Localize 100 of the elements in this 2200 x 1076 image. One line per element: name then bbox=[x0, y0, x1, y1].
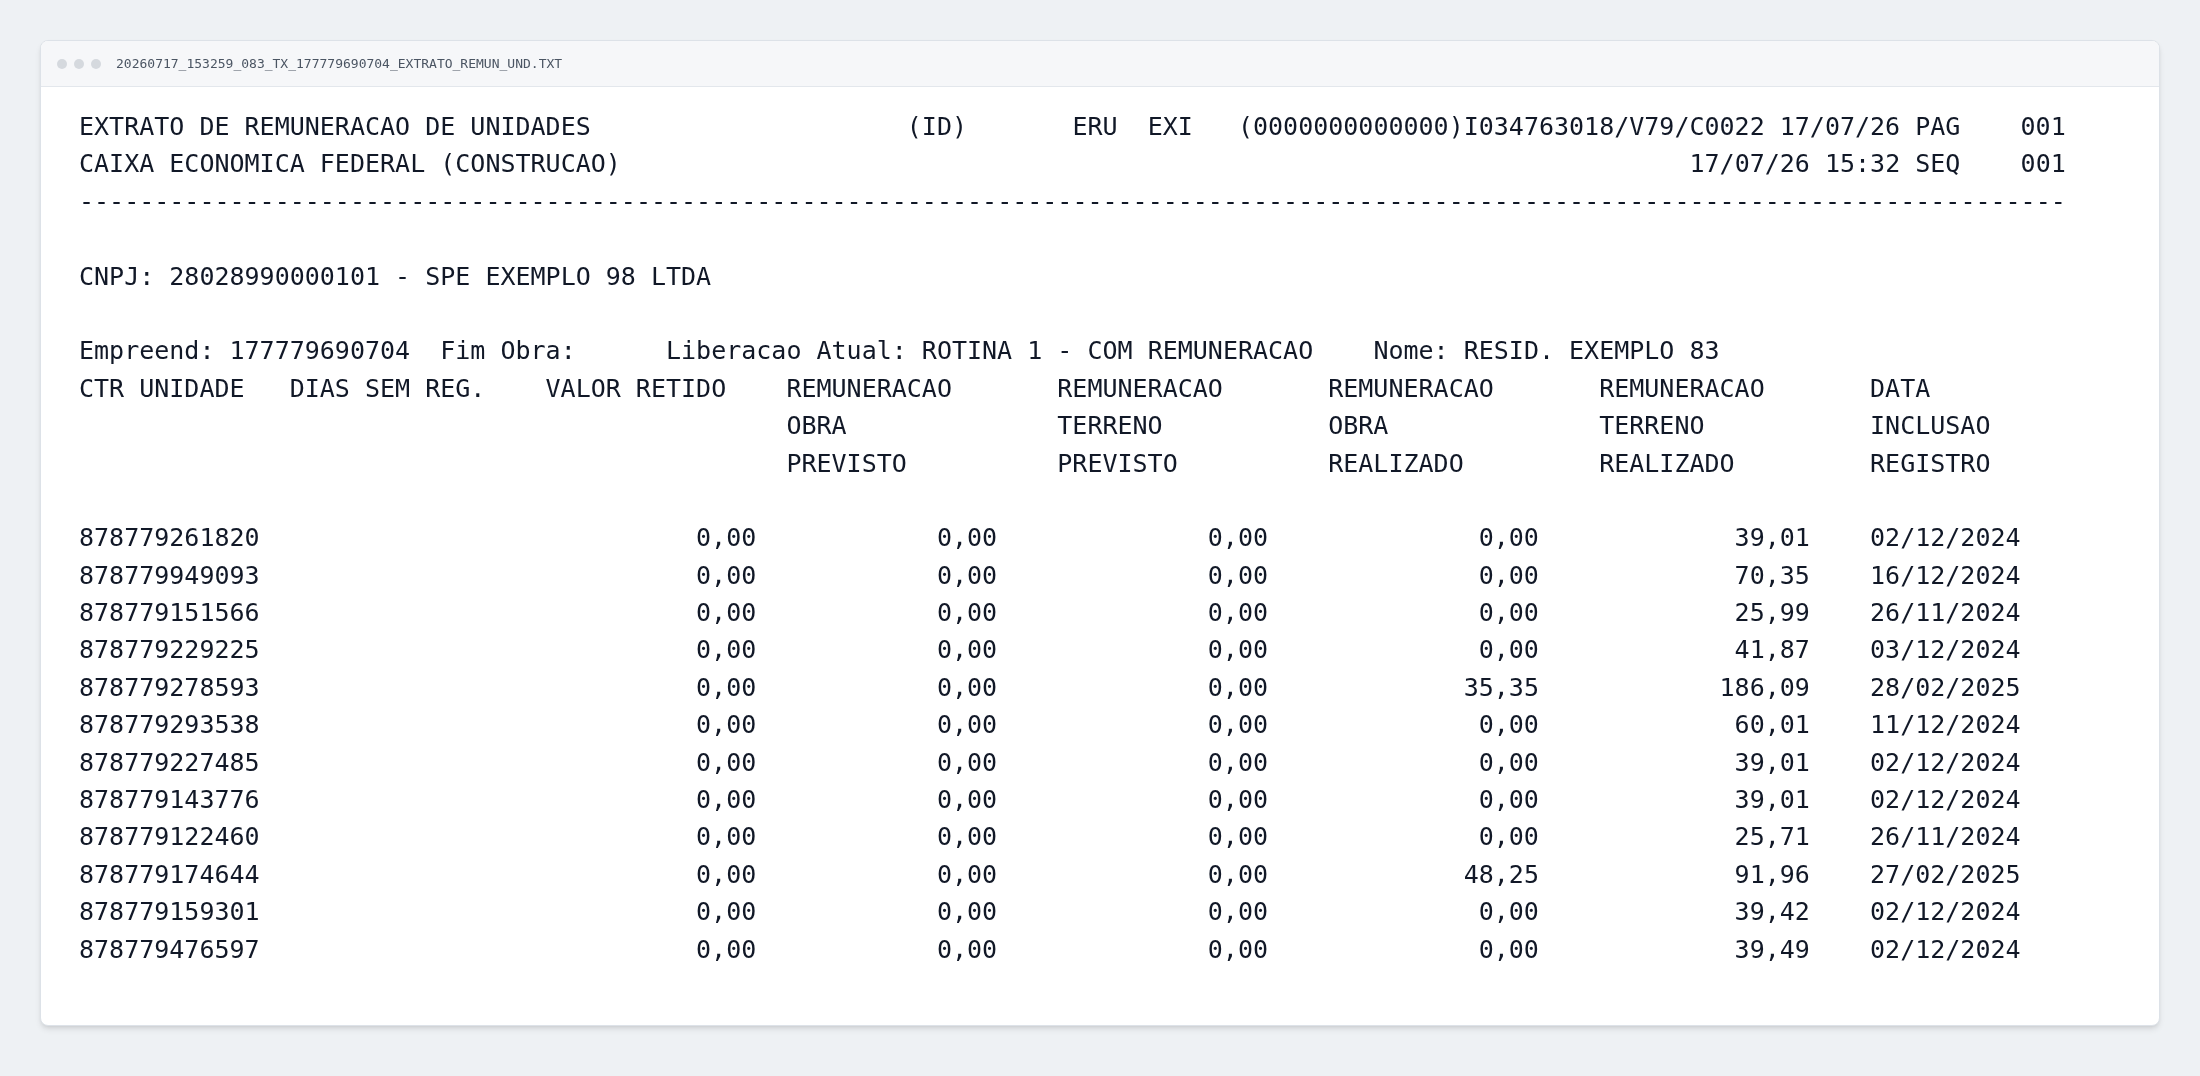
amount-cell-text: 39,42 bbox=[1733, 896, 1810, 929]
amount-cell-text: 0,00 bbox=[1206, 896, 1268, 929]
amount-cell-text: 39,01 bbox=[1733, 746, 1810, 779]
amount-cell-text: 0,00 bbox=[695, 559, 757, 592]
amount-cell-text: 0,00 bbox=[935, 597, 998, 630]
amount-cell-text: 39,49 bbox=[1733, 933, 1810, 966]
amount-cell-text: 0,00 bbox=[935, 522, 998, 555]
amount-cell-text: 0,00 bbox=[1206, 522, 1268, 555]
column-header: CTR UNIDADE bbox=[79, 372, 246, 405]
amount-cell-text: 0,00 bbox=[935, 858, 998, 891]
amount-cell-text: 0,00 bbox=[1477, 634, 1539, 667]
column-header: REMUNERACAO TERRENO REALIZADO bbox=[1599, 372, 1766, 480]
nome-text: Nome: RESID. EXEMPLO 83 bbox=[1373, 335, 1720, 368]
amount-cell-text: 0,00 bbox=[935, 559, 998, 592]
amount-cell-text: 0,00 bbox=[935, 671, 998, 704]
amount-cell-text: 0,00 bbox=[1206, 933, 1268, 966]
date-cell-text: 16/12/2024 bbox=[1870, 559, 2021, 592]
date-cell-text: 27/02/2025 bbox=[1870, 858, 2021, 891]
date-cell-text: 28/02/2025 bbox=[1870, 671, 2021, 704]
amount-cell-text: 0,00 bbox=[935, 784, 998, 817]
amount-cell-text: 0,00 bbox=[1206, 559, 1268, 592]
fim-obra-label: Fim Obra: bbox=[440, 335, 577, 368]
amount-cell-text: 0,00 bbox=[1477, 746, 1539, 779]
column-header: REMUNERACAO TERRENO PREVISTO bbox=[1057, 372, 1224, 480]
seq-number: 001 bbox=[2020, 148, 2066, 181]
page-number: 001 bbox=[2020, 110, 2066, 143]
amount-cell-text: 41,87 bbox=[1733, 634, 1810, 667]
amount-cell-text: 0,00 bbox=[695, 709, 757, 742]
date-cell-text: 02/12/2024 bbox=[1870, 784, 2021, 817]
amount-cell-text: 0,00 bbox=[935, 821, 998, 854]
id-label: (ID) bbox=[906, 110, 969, 143]
amount-cell-text: 0,00 bbox=[935, 634, 998, 667]
amount-cell-text: 0,00 bbox=[1206, 746, 1268, 779]
amount-cell-text: 0,00 bbox=[1206, 671, 1268, 704]
report-date: 17/07/26 bbox=[1779, 110, 1902, 143]
amount-cell-text: 0,00 bbox=[1477, 821, 1539, 854]
amount-cell-text: 0,00 bbox=[695, 671, 757, 704]
amount-cell-text: 25,99 bbox=[1733, 597, 1810, 630]
amount-cell-text: 0,00 bbox=[695, 522, 757, 555]
unit-cell-text: 878779278593 bbox=[79, 671, 261, 704]
unit-cell-text: 878779151566 bbox=[79, 597, 261, 630]
unit-cell-text: 878779159301 bbox=[79, 896, 261, 929]
amount-cell-text: 0,00 bbox=[1206, 858, 1268, 891]
amount-cell-text: 60,01 bbox=[1733, 709, 1810, 742]
amount-cell-text: 0,00 bbox=[1477, 784, 1539, 817]
amount-cell-text: 0,00 bbox=[1206, 634, 1268, 667]
amount-cell-text: 48,25 bbox=[1462, 858, 1539, 891]
unit-cell-text: 878779261820 bbox=[79, 522, 261, 555]
institution-name: CAIXA ECONOMICA FEDERAL (CONSTRUCAO) bbox=[79, 148, 622, 181]
amount-cell-text: 0,00 bbox=[695, 858, 757, 891]
amount-cell-text: 0,00 bbox=[1477, 597, 1539, 630]
amount-cell-text: 0,00 bbox=[695, 896, 757, 929]
date-cell-text: 02/12/2024 bbox=[1870, 896, 2021, 929]
amount-cell-text: 25,71 bbox=[1733, 821, 1810, 854]
amount-cell-text: 0,00 bbox=[1206, 821, 1268, 854]
amount-cell-text: 0,00 bbox=[1477, 933, 1539, 966]
amount-cell-text: 0,00 bbox=[695, 597, 757, 630]
separator-line: ------------------------------------------------------------------------------------------------------------------------------------ bbox=[79, 185, 2066, 218]
unit-cell-text: 878779293538 bbox=[79, 709, 261, 742]
column-header: REMUNERACAO OBRA PREVISTO bbox=[786, 372, 953, 480]
unit-cell-text: 878779229225 bbox=[79, 634, 261, 667]
date-cell-text: 11/12/2024 bbox=[1870, 709, 2021, 742]
amount-cell-text: 35,35 bbox=[1462, 671, 1539, 704]
amount-cell-text: 0,00 bbox=[1477, 522, 1539, 555]
amount-cell-text: 39,01 bbox=[1733, 784, 1810, 817]
amount-cell-text: 186,09 bbox=[1718, 671, 1810, 704]
column-header: DIAS SEM REG. bbox=[289, 372, 487, 405]
amount-cell-text: 0,00 bbox=[695, 821, 757, 854]
date-cell-text: 03/12/2024 bbox=[1870, 634, 2021, 667]
amount-cell-text: 0,00 bbox=[695, 746, 757, 779]
amount-cell-text: 70,35 bbox=[1733, 559, 1810, 592]
type-code: EXI bbox=[1147, 110, 1194, 143]
cnpj-text: CNPJ: 28028990000101 - SPE EXEMPLO 98 LTDA bbox=[79, 260, 712, 293]
seq-label: SEQ bbox=[1915, 148, 1962, 181]
amount-cell-text: 0,00 bbox=[935, 896, 998, 929]
report-timestamp: 17/07/26 15:32 bbox=[1689, 148, 1902, 181]
amount-cell-text: 0,00 bbox=[1206, 709, 1268, 742]
report-title: EXTRATO DE REMUNERACAO DE UNIDADES bbox=[79, 110, 592, 143]
date-cell-text: 02/12/2024 bbox=[1870, 522, 2021, 555]
unit-cell-text: 878779122460 bbox=[79, 821, 261, 854]
amount-cell-text: 0,00 bbox=[935, 746, 998, 779]
amount-cell-text: 91,96 bbox=[1733, 858, 1810, 891]
liberacao-text: Liberacao Atual: ROTINA 1 - COM REMUNERACAO bbox=[666, 335, 1315, 368]
empreend-text: Empreend: 177779690704 bbox=[79, 335, 412, 368]
amount-cell-text: 0,00 bbox=[695, 933, 757, 966]
window-title: 20260717_153259_083_TX_177779690704_EXTRATO_REMUN_UND.TXT bbox=[116, 54, 563, 73]
unit-cell-text: 878779949093 bbox=[79, 559, 261, 592]
page-label: PAG bbox=[1915, 110, 1962, 143]
unit-cell-text: 878779476597 bbox=[79, 933, 261, 966]
amount-cell-text: 0,00 bbox=[1206, 784, 1268, 817]
amount-cell-text: 0,00 bbox=[1206, 597, 1268, 630]
date-cell-text: 02/12/2024 bbox=[1870, 933, 2021, 966]
date-cell-text: 02/12/2024 bbox=[1870, 746, 2021, 779]
amount-cell-text: 0,00 bbox=[1477, 709, 1539, 742]
date-cell-text: 26/11/2024 bbox=[1870, 597, 2021, 630]
amount-cell-text: 0,00 bbox=[1477, 896, 1539, 929]
date-cell-text: 26/11/2024 bbox=[1870, 821, 2021, 854]
system-code: ERU bbox=[1072, 110, 1119, 143]
amount-cell-text: 0,00 bbox=[695, 634, 757, 667]
amount-cell-text: 39,01 bbox=[1733, 522, 1810, 555]
